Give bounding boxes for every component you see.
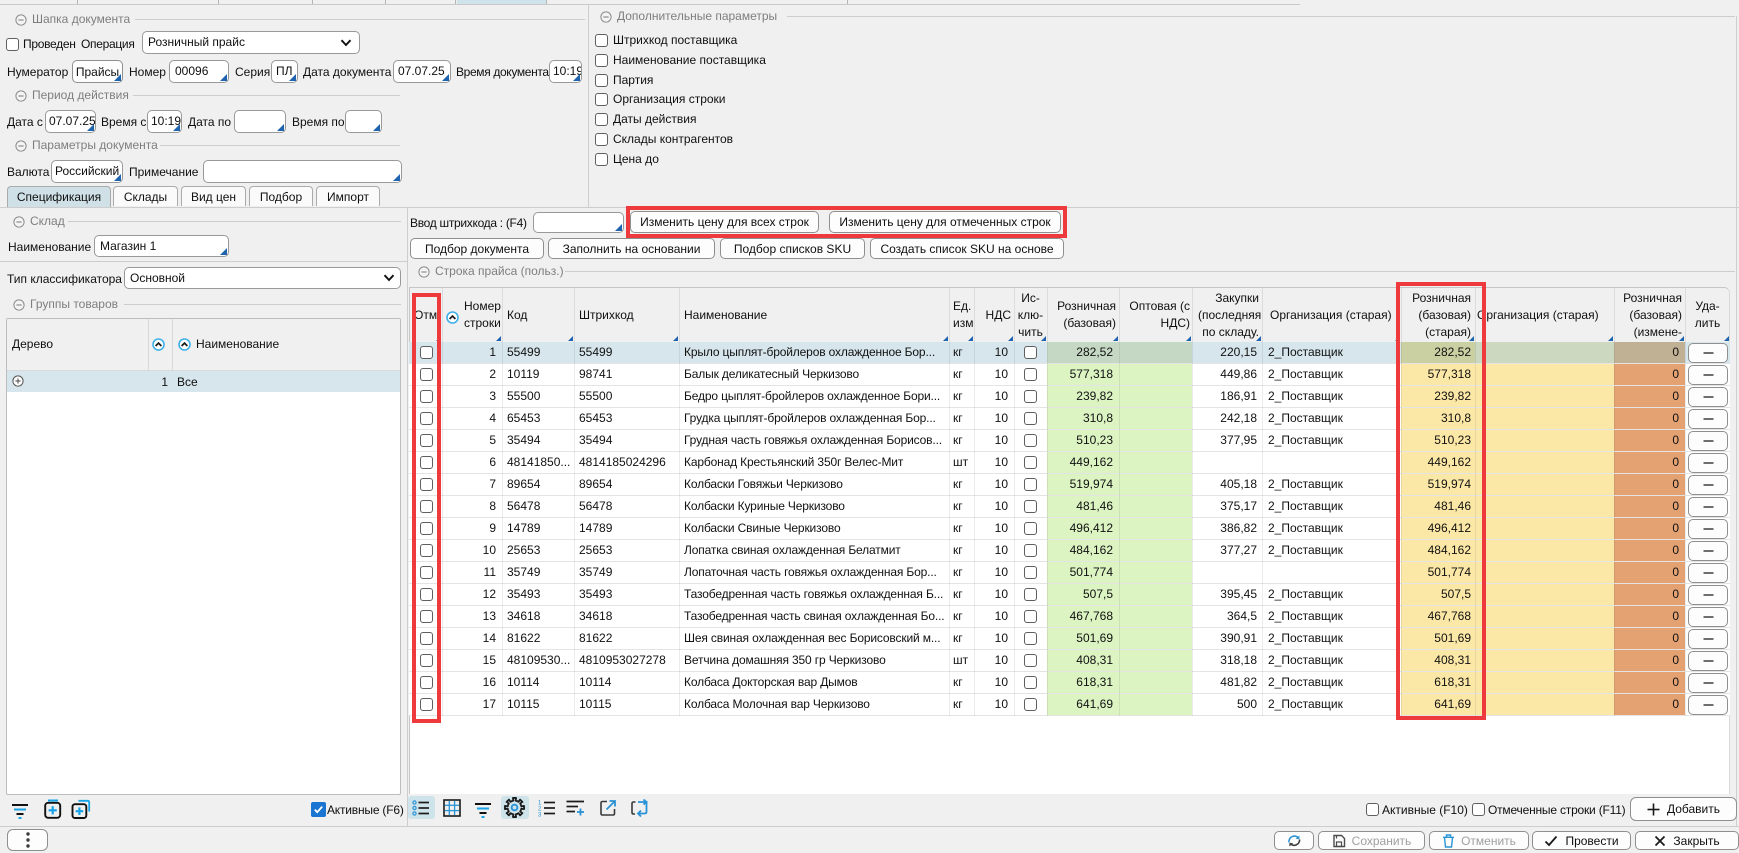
svg-text:3: 3 (538, 813, 542, 818)
